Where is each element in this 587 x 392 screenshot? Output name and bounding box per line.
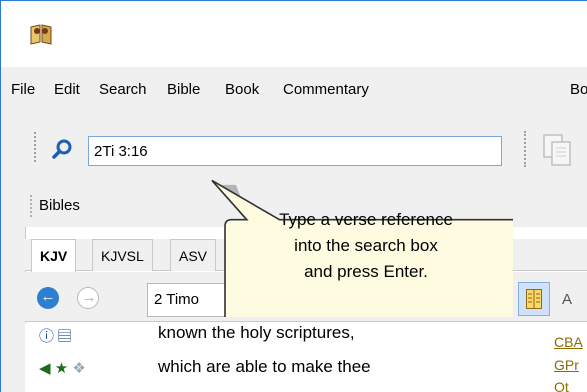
app-window: File Edit Search Bible Book Commentary B…	[0, 0, 587, 392]
callout-line: into the search box	[294, 236, 438, 255]
forward-button[interactable]: →	[77, 287, 99, 309]
layout-icon	[526, 289, 542, 309]
tab-kjvsl[interactable]: KJVSL	[92, 239, 153, 271]
callout-text: Type a verse reference into the search b…	[233, 207, 499, 285]
copy-icon[interactable]	[541, 133, 573, 167]
verse-icons-row-2: ◀ ★ ❖	[39, 359, 86, 377]
forward-icon: →	[81, 289, 97, 306]
app-icon	[30, 24, 52, 45]
menu-commentary[interactable]: Commentary	[283, 81, 369, 98]
verse-icons-row-1: ⓘ▤	[39, 325, 75, 346]
menu-file[interactable]: File	[11, 81, 35, 98]
note-icon[interactable]: ▤	[57, 328, 75, 345]
callout-line: and press Enter.	[304, 262, 428, 281]
menu-edit[interactable]: Edit	[54, 81, 80, 98]
panel-grip[interactable]	[30, 195, 34, 217]
back-icon: ←	[40, 288, 56, 305]
cross-ref-link[interactable]: CBA	[554, 334, 583, 350]
cross-ref-link[interactable]: GPr	[554, 357, 579, 373]
tab-kjv[interactable]: KJV	[31, 239, 77, 272]
toolbar-grip[interactable]	[34, 132, 38, 162]
menu-bar: File Edit Search Bible Book Commentary B…	[1, 77, 587, 103]
star-icon[interactable]: ★	[55, 360, 68, 377]
partial-label: A	[562, 291, 573, 308]
menu-book[interactable]: Book	[225, 81, 259, 98]
panel-title: Bibles	[39, 197, 80, 214]
menu-search[interactable]: Search	[99, 81, 147, 98]
speaker-icon[interactable]: ◀	[39, 360, 51, 377]
move-icon[interactable]: ❖	[72, 360, 85, 377]
title-bar	[1, 1, 587, 67]
menu-bible[interactable]: Bible	[167, 81, 200, 98]
verse-text-line-2: which are able to make thee	[158, 357, 371, 376]
cross-ref-link[interactable]: Ot	[554, 379, 569, 392]
info-icon[interactable]: ⓘ	[39, 328, 57, 345]
search-icon[interactable]	[51, 138, 73, 160]
menu-partial[interactable]: Bo	[570, 81, 587, 98]
toolbar-separator	[524, 131, 526, 167]
back-button[interactable]: ←	[37, 287, 59, 309]
callout-line: Type a verse reference	[279, 210, 453, 229]
verse-text-line-1: known the holy scriptures,	[158, 323, 355, 342]
